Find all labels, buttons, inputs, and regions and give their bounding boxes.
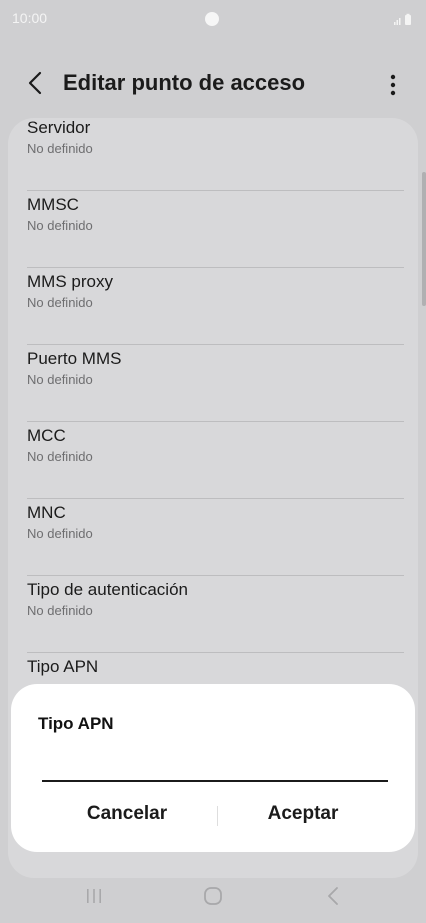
- more-options-button[interactable]: [378, 68, 408, 102]
- list-item-subtitle: No definido: [27, 449, 93, 464]
- list-item-mnc[interactable]: MNC No definido: [8, 499, 418, 576]
- home-button[interactable]: [193, 880, 233, 912]
- list-item-title: Puerto MMS: [27, 349, 122, 368]
- dialog-title: Tipo APN: [38, 714, 114, 733]
- app-bar: Editar punto de acceso: [0, 50, 426, 120]
- accept-button[interactable]: Aceptar: [203, 792, 403, 836]
- list-item-tipo-autenticacion[interactable]: Tipo de autenticación No definido: [8, 576, 418, 653]
- list-item-title: MNC: [27, 503, 66, 522]
- list-item-subtitle: No definido: [27, 603, 93, 618]
- list-item-title: Tipo de autenticación: [27, 580, 188, 599]
- list-item-title: Tipo APN: [27, 657, 99, 676]
- back-button[interactable]: [20, 66, 50, 100]
- list-item-puerto-mms[interactable]: Puerto MMS No definido: [8, 345, 418, 422]
- list-item-subtitle: No definido: [27, 295, 93, 310]
- nav-back-icon: [328, 887, 338, 905]
- list-item-subtitle: No definido: [27, 372, 93, 387]
- list-item-subtitle: No definido: [27, 526, 93, 541]
- list-item-mcc[interactable]: MCC No definido: [8, 422, 418, 499]
- camera-dot-icon: [205, 12, 219, 26]
- status-time: 10:00: [12, 10, 48, 26]
- back-icon: [28, 71, 42, 95]
- list-item-title: MCC: [27, 426, 66, 445]
- settings-list: Servidor No definido MMSC No definido MM…: [8, 118, 418, 730]
- cancel-button[interactable]: Cancelar: [27, 792, 227, 836]
- home-icon: [204, 887, 222, 905]
- more-vertical-icon: [390, 74, 396, 96]
- apn-type-input[interactable]: [42, 744, 388, 782]
- list-item-title: MMS proxy: [27, 272, 113, 291]
- list-item-title: Servidor: [27, 118, 91, 137]
- status-bar: 10:00: [0, 0, 426, 40]
- signal-battery-icon: [394, 12, 412, 26]
- scrollbar[interactable]: [422, 172, 426, 306]
- page-title: Editar punto de acceso: [63, 70, 306, 95]
- dialog-actions: Cancelar Aceptar: [11, 792, 415, 836]
- nav-back-button[interactable]: [313, 880, 353, 912]
- list-item-mmsc[interactable]: MMSC No definido: [8, 191, 418, 268]
- list-item-title: MMSC: [27, 195, 79, 214]
- list-item-subtitle: No definido: [27, 141, 93, 156]
- list-item-subtitle: No definido: [27, 218, 93, 233]
- list-item-mms-proxy[interactable]: MMS proxy No definido: [8, 268, 418, 345]
- list-item-servidor[interactable]: Servidor No definido: [8, 118, 418, 191]
- apn-type-dialog: Tipo APN Cancelar Aceptar: [11, 684, 415, 852]
- navigation-bar: [0, 866, 426, 923]
- recent-apps-icon: [87, 889, 101, 903]
- recent-apps-button[interactable]: [74, 880, 114, 912]
